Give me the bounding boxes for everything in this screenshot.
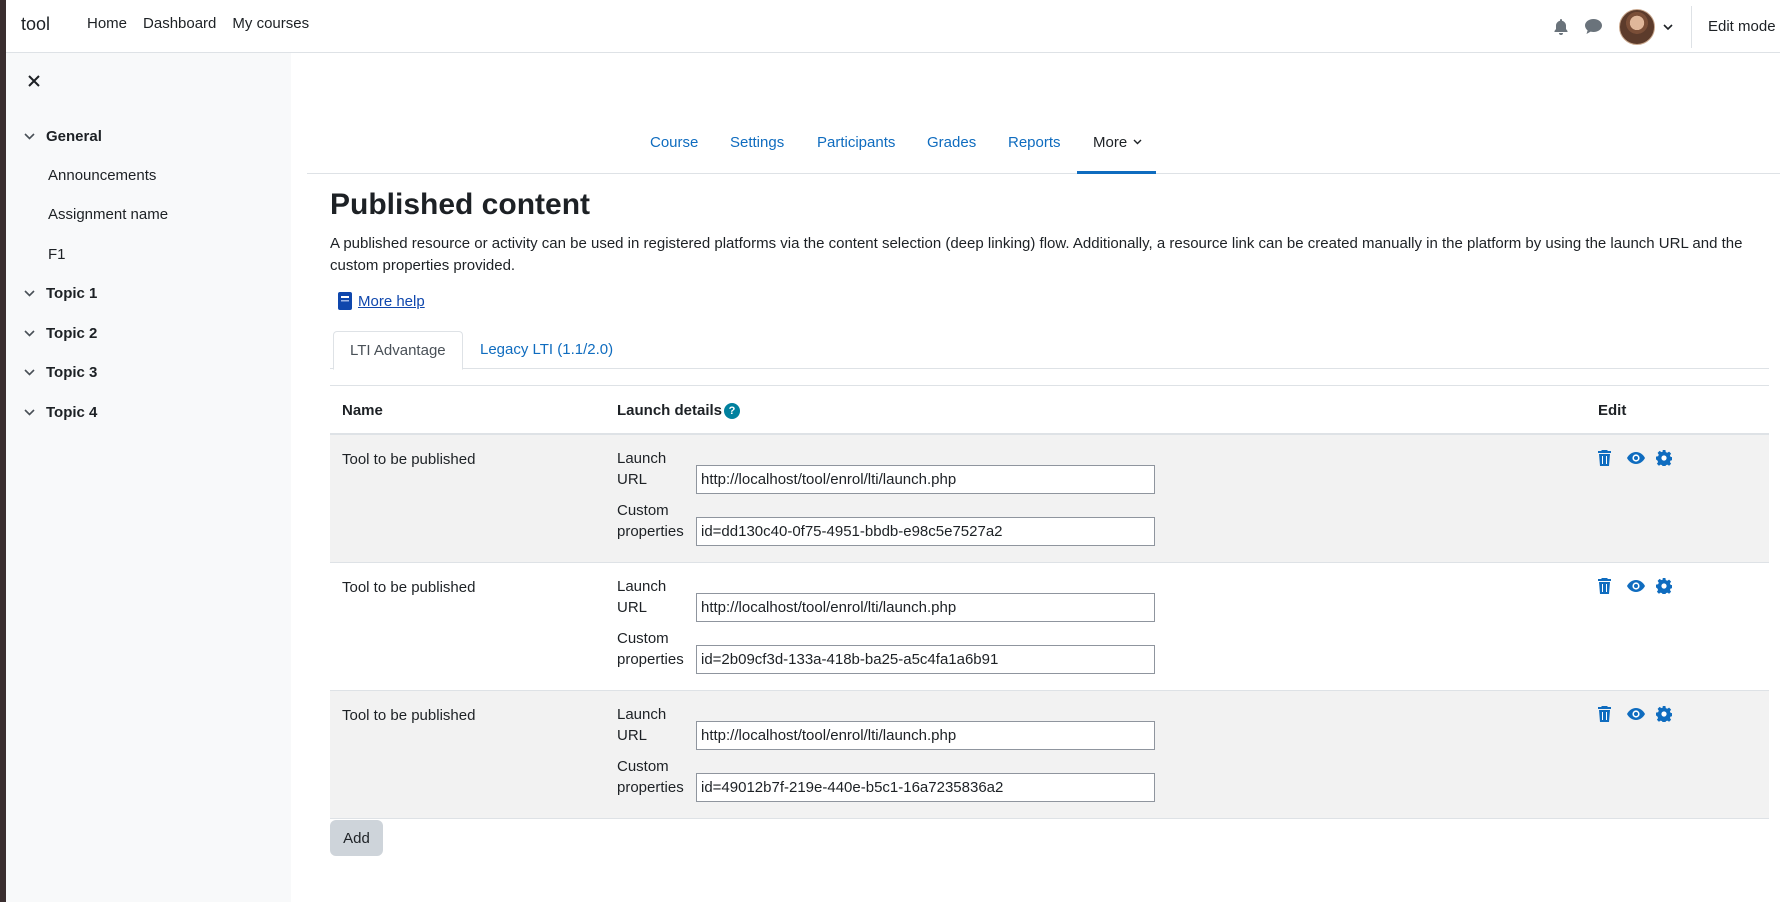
- activity-assignment-name[interactable]: Assignment name: [48, 206, 168, 223]
- chevron-down-icon: [1133, 139, 1142, 145]
- page-intro: A published resource or activity can be …: [330, 235, 1743, 274]
- launch-url-field[interactable]: [696, 721, 1155, 750]
- tool-name: Tool to be published: [342, 451, 476, 468]
- nav-my-courses-link[interactable]: My courses: [232, 15, 309, 32]
- column-header-edit: Edit: [1598, 402, 1627, 419]
- table-header: Name Launch details? Edit: [330, 385, 1769, 435]
- tab-grades[interactable]: Grades: [927, 134, 976, 151]
- user-navigation: Edit mode: [1545, 0, 1780, 53]
- trash-icon[interactable]: [1598, 704, 1627, 724]
- section-topic-4[interactable]: Topic 4: [24, 404, 97, 421]
- user-avatar[interactable]: [1619, 8, 1655, 45]
- more-help[interactable]: More help: [338, 292, 425, 310]
- help-question-icon[interactable]: ?: [724, 403, 741, 419]
- section-topic-1[interactable]: Topic 1: [24, 285, 97, 302]
- tab-reports[interactable]: Reports: [1008, 134, 1061, 151]
- section-title: General: [46, 128, 102, 145]
- trash-icon[interactable]: [1598, 576, 1627, 596]
- activity-announcements[interactable]: Announcements: [48, 167, 156, 184]
- gear-icon[interactable]: [1656, 576, 1685, 596]
- secondary-navigation: Course Settings Participants Grades Repo…: [307, 115, 1780, 174]
- launch-url-label: Launch URL: [617, 706, 667, 744]
- chevron-down-icon[interactable]: [24, 133, 35, 140]
- section-title: Topic 3: [46, 364, 98, 381]
- section-topic-2[interactable]: Topic 2: [24, 325, 97, 342]
- more-help-link[interactable]: More help: [358, 293, 425, 310]
- table-row: Tool to be published LaunchURL Custompro…: [330, 563, 1769, 691]
- section-title: Topic 1: [46, 285, 98, 302]
- column-header-launch-details: Launch details?: [617, 402, 741, 419]
- nav-home-link[interactable]: Home: [87, 15, 127, 32]
- page-title: Published content: [330, 188, 591, 221]
- tool-name: Tool to be published: [342, 579, 476, 596]
- tab-legacy-lti[interactable]: Legacy LTI (1.1/2.0): [464, 331, 629, 370]
- tab-more[interactable]: More: [1093, 134, 1142, 151]
- chevron-down-icon[interactable]: [1663, 18, 1673, 35]
- primary-navigation: Home Dashboard My courses: [87, 15, 325, 32]
- add-button[interactable]: Add: [330, 820, 383, 856]
- chevron-down-icon[interactable]: [24, 409, 35, 416]
- table-row: Tool to be published LaunchURL Custompro…: [330, 691, 1769, 819]
- launch-url-label: Launch URL: [617, 450, 667, 488]
- custom-properties-field[interactable]: [696, 517, 1155, 546]
- tab-lti-advantage[interactable]: LTI Advantage: [333, 331, 463, 370]
- row-actions: [1598, 448, 1685, 468]
- section-title: Topic 4: [46, 404, 98, 421]
- section-topic-3[interactable]: Topic 3: [24, 364, 97, 381]
- published-content-table: Name Launch details? Edit Tool to be pub…: [330, 385, 1769, 819]
- chat-bubble-icon[interactable]: [1577, 19, 1609, 34]
- documentation-icon: [338, 292, 352, 310]
- launch-details-label: Launch details: [617, 402, 723, 419]
- column-header-name: Name: [342, 402, 383, 419]
- nav-dashboard-link[interactable]: Dashboard: [143, 15, 216, 32]
- tool-name: Tool to be published: [342, 707, 476, 724]
- activity-f1[interactable]: F1: [48, 246, 66, 263]
- row-actions: [1598, 576, 1685, 596]
- lti-version-tabs: LTI Advantage Legacy LTI (1.1/2.0): [330, 331, 1769, 370]
- custom-properties-field[interactable]: [696, 645, 1155, 674]
- course-index-drawer: General Announcements Assignment name F1…: [6, 53, 291, 902]
- eye-icon[interactable]: [1627, 704, 1656, 724]
- gear-icon[interactable]: [1656, 448, 1685, 468]
- eye-icon[interactable]: [1627, 448, 1656, 468]
- table-row: Tool to be published LaunchURL Custompro…: [330, 435, 1769, 563]
- gear-icon[interactable]: [1656, 704, 1685, 724]
- tab-course[interactable]: Course: [650, 134, 698, 151]
- site-brand[interactable]: tool: [21, 14, 50, 35]
- launch-url-field[interactable]: [696, 593, 1155, 622]
- custom-properties-label: Custom properties: [617, 630, 684, 668]
- eye-icon[interactable]: [1627, 576, 1656, 596]
- chevron-down-icon[interactable]: [24, 290, 35, 297]
- edit-mode-toggle[interactable]: Edit mode: [1708, 18, 1780, 35]
- row-actions: [1598, 704, 1685, 724]
- launch-url-field[interactable]: [696, 465, 1155, 494]
- bell-icon[interactable]: [1545, 18, 1577, 35]
- navbar-divider: [1691, 5, 1692, 48]
- section-general[interactable]: General: [24, 128, 102, 145]
- tab-more-label: More: [1093, 134, 1128, 151]
- trash-icon[interactable]: [1598, 448, 1627, 468]
- active-tab-indicator: [1077, 171, 1156, 174]
- custom-properties-field[interactable]: [696, 773, 1155, 802]
- launch-url-label: Launch URL: [617, 578, 667, 616]
- chevron-down-icon[interactable]: [24, 369, 35, 376]
- section-title: Topic 2: [46, 325, 98, 342]
- tab-settings[interactable]: Settings: [730, 134, 784, 151]
- tab-participants[interactable]: Participants: [817, 134, 895, 151]
- top-navbar: tool Home Dashboard My courses Edit mode: [6, 0, 1780, 53]
- close-drawer-icon[interactable]: [24, 71, 44, 91]
- chevron-down-icon[interactable]: [24, 330, 35, 337]
- custom-properties-label: Custom properties: [617, 502, 684, 540]
- custom-properties-label: Custom properties: [617, 758, 684, 796]
